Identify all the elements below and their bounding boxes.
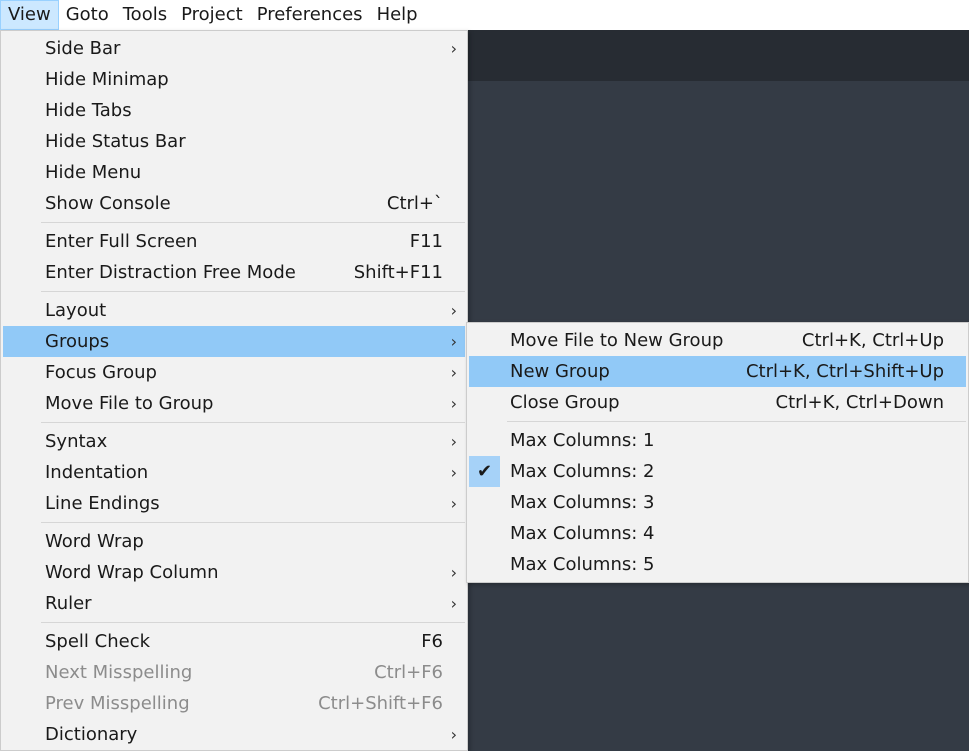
groups-submenu: Move File to New Group Ctrl+K, Ctrl+Up N…: [466, 322, 969, 583]
menu-item-label: Focus Group: [45, 362, 157, 383]
menu-item-label: Move File to New Group: [510, 330, 724, 351]
chevron-right-icon: ›: [450, 394, 457, 413]
menu-item-show-console[interactable]: Show Console Ctrl+`: [3, 188, 465, 219]
menu-item-hide-status-bar[interactable]: Hide Status Bar: [3, 126, 465, 157]
menu-item-shortcut: Ctrl+`: [386, 193, 443, 214]
menu-item-side-bar[interactable]: Side Bar ›: [3, 33, 465, 64]
menu-item-label: Max Columns: 1: [510, 430, 655, 451]
menu-item-label: Max Columns: 2: [510, 461, 655, 482]
menu-separator: [41, 291, 465, 292]
menu-item-close-group[interactable]: Close Group Ctrl+K, Ctrl+Down: [469, 387, 966, 418]
menu-item-word-wrap[interactable]: Word Wrap: [3, 526, 465, 557]
menubar-goto[interactable]: Goto: [59, 0, 116, 30]
menu-item-shortcut: Ctrl+K, Ctrl+Shift+Up: [745, 361, 944, 382]
editor-tab-bar: [468, 30, 969, 81]
menu-item-enter-full-screen[interactable]: Enter Full Screen F11: [3, 226, 465, 257]
menu-item-indentation[interactable]: Indentation ›: [3, 457, 465, 488]
chevron-right-icon: ›: [450, 594, 457, 613]
menu-bar: View Goto Tools Project Preferences Help: [0, 0, 969, 30]
menu-item-label: Ruler: [45, 593, 92, 614]
menu-item-max-columns-3[interactable]: Max Columns: 3: [469, 487, 966, 518]
menu-item-label: Enter Distraction Free Mode: [45, 262, 296, 283]
menu-item-label: Indentation: [45, 462, 149, 483]
menu-item-label: Max Columns: 4: [510, 523, 655, 544]
menubar-preferences[interactable]: Preferences: [250, 0, 370, 30]
view-menu: Side Bar › Hide Minimap Hide Tabs Hide S…: [0, 30, 468, 751]
menu-item-label: Layout: [45, 300, 107, 321]
menu-item-label: Hide Minimap: [45, 69, 169, 90]
check-icon: ✔: [469, 456, 500, 487]
menu-item-ruler[interactable]: Ruler ›: [3, 588, 465, 619]
menu-separator: [41, 622, 465, 623]
menu-item-label: Hide Menu: [45, 162, 142, 183]
chevron-right-icon: ›: [450, 301, 457, 320]
menu-item-label: Word Wrap: [45, 531, 144, 552]
menu-item-label: Enter Full Screen: [45, 231, 198, 252]
chevron-right-icon: ›: [450, 39, 457, 58]
menu-item-spell-check[interactable]: Spell Check F6: [3, 626, 465, 657]
chevron-right-icon: ›: [450, 563, 457, 582]
menu-item-label: Prev Misspelling: [45, 693, 190, 714]
menu-item-focus-group[interactable]: Focus Group ›: [3, 357, 465, 388]
menu-separator: [41, 422, 465, 423]
menubar-help[interactable]: Help: [370, 0, 425, 30]
menu-item-move-file-to-group[interactable]: Move File to Group ›: [3, 388, 465, 419]
menu-item-label: Show Console: [45, 193, 171, 214]
chevron-right-icon: ›: [450, 463, 457, 482]
menu-item-shortcut: Ctrl+Shift+F6: [318, 693, 443, 714]
menu-item-hide-menu[interactable]: Hide Menu: [3, 157, 465, 188]
chevron-right-icon: ›: [450, 432, 457, 451]
menu-item-shortcut: Shift+F11: [353, 262, 443, 283]
menu-item-shortcut: Ctrl+F6: [374, 662, 443, 683]
menu-item-shortcut: Ctrl+K, Ctrl+Down: [775, 392, 944, 413]
menu-separator: [41, 222, 465, 223]
menu-item-max-columns-4[interactable]: Max Columns: 4: [469, 518, 966, 549]
menu-item-word-wrap-column[interactable]: Word Wrap Column ›: [3, 557, 465, 588]
menu-item-max-columns-2[interactable]: ✔ Max Columns: 2: [469, 456, 966, 487]
menu-item-label: Hide Tabs: [45, 100, 132, 121]
menu-item-label: Move File to Group: [45, 393, 214, 414]
menu-item-line-endings[interactable]: Line Endings ›: [3, 488, 465, 519]
menu-item-label: Max Columns: 3: [510, 492, 655, 513]
menu-item-label: Next Misspelling: [45, 662, 193, 683]
menu-item-hide-minimap[interactable]: Hide Minimap: [3, 64, 465, 95]
chevron-right-icon: ›: [450, 363, 457, 382]
menu-item-hide-tabs[interactable]: Hide Tabs: [3, 95, 465, 126]
menu-item-label: Close Group: [510, 392, 620, 413]
menu-item-label: Spell Check: [45, 631, 151, 652]
menu-separator: [41, 522, 465, 523]
menu-item-max-columns-1[interactable]: Max Columns: 1: [469, 425, 966, 456]
menu-item-label: Line Endings: [45, 493, 160, 514]
menu-item-move-file-to-new-group[interactable]: Move File to New Group Ctrl+K, Ctrl+Up: [469, 325, 966, 356]
menu-item-groups[interactable]: Groups ›: [3, 326, 465, 357]
menu-item-label: Dictionary: [45, 724, 138, 745]
menu-item-label: Side Bar: [45, 38, 121, 59]
menu-item-dictionary[interactable]: Dictionary ›: [3, 719, 465, 750]
chevron-right-icon: ›: [450, 494, 457, 513]
menu-item-label: Word Wrap Column: [45, 562, 219, 583]
menu-item-label: New Group: [510, 361, 610, 382]
menu-item-syntax[interactable]: Syntax ›: [3, 426, 465, 457]
menu-item-label: Groups: [45, 331, 110, 352]
menu-item-layout[interactable]: Layout ›: [3, 295, 465, 326]
menubar-tools[interactable]: Tools: [116, 0, 174, 30]
menubar-view[interactable]: View: [0, 0, 59, 30]
menu-item-shortcut: F6: [421, 631, 443, 652]
menu-item-prev-misspelling: Prev Misspelling Ctrl+Shift+F6: [3, 688, 465, 719]
menu-item-shortcut: F11: [409, 231, 443, 252]
menu-item-distraction-free[interactable]: Enter Distraction Free Mode Shift+F11: [3, 257, 465, 288]
menubar-project[interactable]: Project: [174, 0, 250, 30]
menu-item-label: Max Columns: 5: [510, 554, 655, 575]
chevron-right-icon: ›: [450, 725, 457, 744]
menu-separator: [507, 421, 966, 422]
chevron-right-icon: ›: [450, 332, 457, 351]
menu-item-next-misspelling: Next Misspelling Ctrl+F6: [3, 657, 465, 688]
menu-item-max-columns-5[interactable]: Max Columns: 5: [469, 549, 966, 580]
menu-item-label: Hide Status Bar: [45, 131, 186, 152]
menu-item-shortcut: Ctrl+K, Ctrl+Up: [801, 330, 944, 351]
menu-item-new-group[interactable]: New Group Ctrl+K, Ctrl+Shift+Up: [469, 356, 966, 387]
menu-item-label: Syntax: [45, 431, 108, 452]
